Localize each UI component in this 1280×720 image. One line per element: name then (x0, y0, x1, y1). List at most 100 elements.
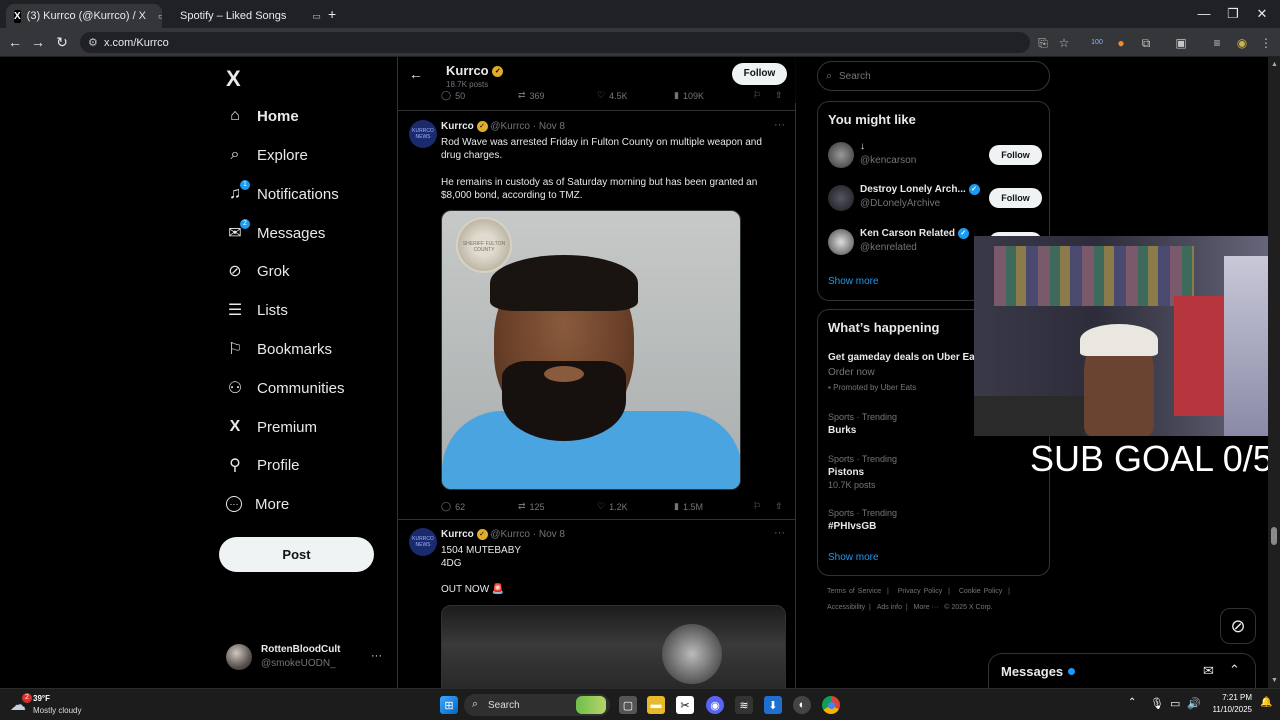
follow-button[interactable]: Follow (989, 145, 1042, 165)
account-switcher[interactable]: RottenBloodCult @smokeUODN_ ··· (226, 643, 384, 673)
scroll-down-icon[interactable]: ▼ (1271, 677, 1278, 684)
weather-widget[interactable]: ☁ 2 (10, 693, 34, 715)
avatar[interactable] (828, 142, 854, 168)
views-button[interactable]: ▮ 109K (674, 90, 704, 101)
reply-button[interactable]: ◯ 62 (441, 501, 465, 512)
trend-item[interactable]: Sports · Trending #PHIvsGB (828, 508, 897, 532)
show-hidden-icons-chevron-icon[interactable]: ⌃ (1128, 697, 1136, 708)
search-input[interactable]: ⌕ Search (817, 61, 1050, 91)
avatar[interactable] (828, 229, 854, 255)
address-bar[interactable]: ⚙ x.com/Kurrco (80, 32, 1030, 53)
site-info-icon[interactable]: ⚙ (88, 36, 98, 49)
like-button[interactable]: ♡ 4.5K (597, 90, 628, 101)
extensions-puzzle-icon[interactable]: ⧉ (1139, 36, 1153, 50)
extension-counter-icon[interactable]: 100 (1090, 36, 1104, 50)
show-more-link[interactable]: Show more (828, 552, 879, 563)
suggestion-name[interactable]: ↓ (860, 141, 982, 152)
repost-button[interactable]: ⇄ 369 (518, 90, 545, 101)
page-scrollbar[interactable]: ▲ ▼ (1268, 57, 1280, 688)
obs-icon[interactable]: ◐ (793, 696, 811, 714)
tab-spotify[interactable]: Spotify – Liked Songs ▭ ✕ (166, 4, 322, 28)
messages-dock[interactable]: Messages ✉ ⌃ (988, 653, 1256, 688)
scrollbar-thumb[interactable] (1271, 527, 1277, 545)
repost-button[interactable]: ⇄ 125 (518, 501, 545, 512)
tab-media-icon[interactable]: ▭ (312, 11, 321, 22)
forward-arrow-icon[interactable]: → (28, 34, 48, 50)
avatar[interactable] (828, 185, 854, 211)
grok-floating-button[interactable]: ⊘ (1220, 608, 1256, 644)
reply-button[interactable]: ◯ 50 (441, 90, 465, 101)
suggestion-item[interactable]: ↓ @kencarson Follow (828, 141, 1042, 171)
account-menu-icon[interactable]: ··· (371, 650, 382, 662)
store-icon[interactable]: ⬇ (764, 696, 782, 714)
task-view-icon[interactable]: ▢ (619, 696, 637, 714)
nav-profile[interactable]: ⚲ Profile (226, 450, 299, 480)
chrome-icon[interactable] (822, 696, 840, 714)
nav-notifications[interactable]: ♫ 1 Notifications (226, 179, 339, 209)
trend-item[interactable]: Sports · Trending Burks (828, 412, 897, 436)
ads-info-link[interactable]: Ads info (877, 604, 902, 611)
tweet[interactable]: KURRCO NEWS Kurrco ✓ @Kurrco · Nov 8 ···… (398, 520, 796, 688)
chrome-menu-icon[interactable]: ⋮ (1259, 36, 1273, 50)
follow-button[interactable]: Follow (989, 188, 1042, 208)
bookmark-star-icon[interactable]: ☆ (1057, 36, 1071, 50)
expand-chevron-icon[interactable]: ⌃ (1229, 662, 1240, 678)
windows-start-icon[interactable]: ⊞ (440, 696, 458, 714)
show-more-link[interactable]: Show more (828, 276, 879, 287)
capcut-icon[interactable]: ✂ (676, 696, 694, 714)
discord-icon[interactable]: ◉ (706, 696, 724, 714)
extension-icon[interactable]: ● (1114, 36, 1128, 50)
reload-icon[interactable]: ↻ (52, 34, 72, 51)
terms-link[interactable]: Terms of Service (827, 588, 881, 595)
nav-premium[interactable]: X Premium (226, 412, 317, 442)
suggestion-name[interactable]: Destroy Lonely Arch... ✓ (860, 184, 982, 195)
follow-button[interactable]: Follow (732, 63, 787, 85)
trend-item[interactable]: Sports · Trending Pistons 10.7K posts (828, 454, 897, 490)
install-app-icon[interactable]: ⎘ (1036, 36, 1050, 50)
privacy-link[interactable]: Privacy Policy (898, 588, 943, 595)
suggestion-item[interactable]: Destroy Lonely Arch... ✓ @DLonelyArchive… (828, 184, 1042, 214)
media-control-icon[interactable]: ≡ (1210, 36, 1224, 50)
nav-more[interactable]: ⋯ More (226, 489, 289, 519)
nav-explore[interactable]: ⌕ Explore (226, 140, 308, 170)
post-button[interactable]: Post (219, 537, 374, 572)
network-icon[interactable]: ▭ (1170, 697, 1180, 710)
suggestion-name[interactable]: Ken Carson Related ✓ (860, 228, 982, 239)
bookmark-icon[interactable]: ⚐ (753, 90, 761, 101)
taskbar-search[interactable]: ⌕ Search (464, 694, 610, 716)
app-icon[interactable]: ≋ (735, 696, 753, 714)
window-minimize-icon[interactable]: — (1190, 6, 1218, 21)
promo-title[interactable]: Get gameday deals on Uber Ea (828, 352, 975, 363)
window-restore-icon[interactable]: ❐ (1219, 6, 1247, 22)
notification-bell-icon[interactable]: 🔔 (1260, 697, 1272, 708)
weather-temp[interactable]: 39°F (33, 694, 50, 703)
author-name[interactable]: Kurrco (441, 529, 474, 540)
more-link[interactable]: More ··· (914, 604, 939, 611)
window-close-icon[interactable]: ✕ (1248, 6, 1276, 22)
nav-messages[interactable]: ✉ 2 Messages (226, 218, 325, 248)
new-tab-plus-icon[interactable]: + (328, 6, 336, 22)
nav-bookmarks[interactable]: ⚐ Bookmarks (226, 334, 332, 364)
share-icon[interactable]: ⇧ (775, 90, 783, 101)
views-button[interactable]: ▮ 1.5M (674, 501, 703, 512)
clock-date[interactable]: 11/10/2025 (1208, 705, 1252, 714)
author-name[interactable]: Kurrco (441, 121, 474, 132)
bookmark-icon[interactable]: ⚐ (753, 501, 761, 512)
tweet-video[interactable] (441, 605, 786, 688)
tweet-image[interactable]: SHERIFF FULTON COUNTY (441, 210, 741, 490)
volume-icon[interactable]: 🔊 (1187, 697, 1201, 710)
nav-lists[interactable]: ☰ Lists (226, 295, 288, 325)
tweet-date[interactable]: Nov 8 (539, 529, 565, 540)
profile-avatar-icon[interactable]: ◉ (1235, 36, 1249, 50)
side-panel-icon[interactable]: ▣ (1174, 36, 1188, 50)
tweet-menu-icon[interactable]: ··· (774, 527, 785, 539)
accessibility-link[interactable]: Accessibility (827, 604, 865, 611)
scroll-up-icon[interactable]: ▲ (1271, 61, 1278, 68)
x-logo-icon[interactable]: X (226, 66, 241, 92)
avatar[interactable]: KURRCO NEWS (409, 120, 437, 148)
nav-home[interactable]: ⌂ Home (226, 101, 299, 131)
tweet-menu-icon[interactable]: ··· (774, 119, 785, 131)
share-icon[interactable]: ⇧ (775, 501, 783, 512)
back-arrow-icon[interactable]: ← (409, 66, 423, 82)
tweet[interactable]: KURRCO NEWS Kurrco ✓ @Kurrco · Nov 8 ···… (398, 111, 796, 519)
